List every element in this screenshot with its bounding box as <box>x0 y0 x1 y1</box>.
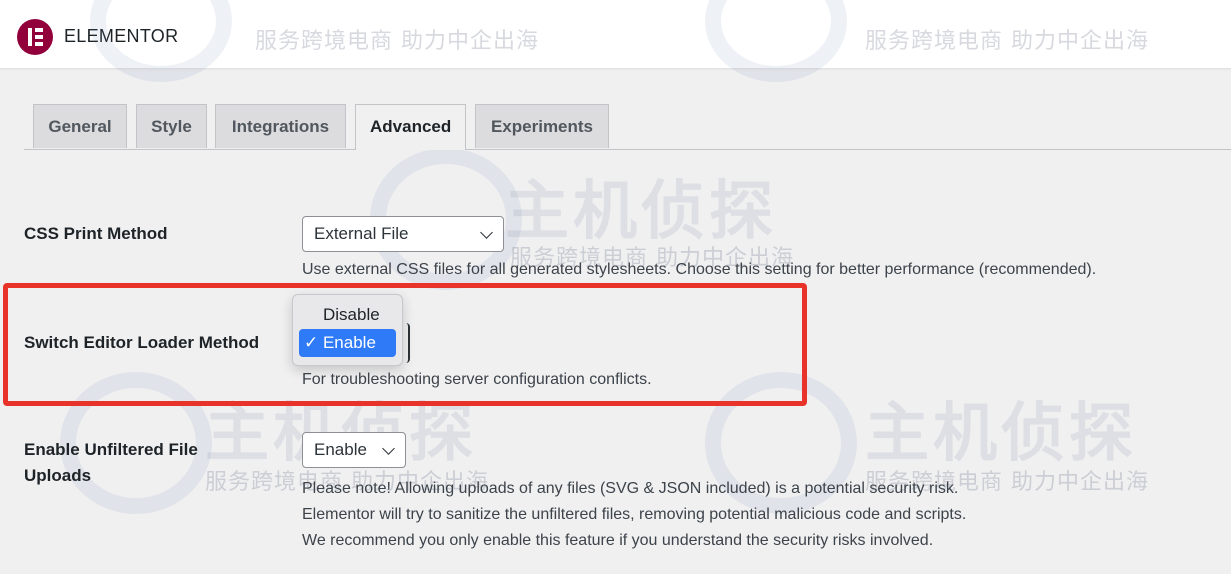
css-print-method-value: External File <box>314 224 409 243</box>
watermark-logo-icon <box>705 0 847 82</box>
unfiltered-uploads-value: Enable <box>314 440 367 459</box>
tab-style[interactable]: Style <box>136 104 207 148</box>
css-print-method-select[interactable]: External File <box>302 216 504 252</box>
settings-tabs: General Style Integrations Advanced Expe… <box>24 104 1231 150</box>
watermark-brand: 主机侦探 <box>865 397 1137 471</box>
unfiltered-uploads-label-line1: Enable Unfiltered File <box>24 440 198 459</box>
unfiltered-uploads-warning-1: Please note! Allowing uploads of any fil… <box>302 480 959 497</box>
tab-advanced[interactable]: Advanced <box>355 104 466 150</box>
unfiltered-uploads-label-line2: Uploads <box>24 466 92 485</box>
chevron-down-icon <box>382 442 395 455</box>
tab-general[interactable]: General <box>33 104 127 148</box>
elementor-logo-icon <box>17 19 53 55</box>
watermark-brand: 主机侦探 <box>505 175 777 249</box>
tab-experiments[interactable]: Experiments <box>475 104 609 148</box>
css-print-method-description: Use external CSS files for all generated… <box>302 261 1097 278</box>
chevron-down-icon <box>480 226 493 239</box>
unfiltered-uploads-label: Enable Unfiltered File Uploads <box>24 440 198 486</box>
highlight-box <box>3 283 807 406</box>
unfiltered-uploads-warning-2: Elementor will try to sanitize the unfil… <box>302 506 967 523</box>
watermark-tagline: 服务跨境电商 助力中企出海 <box>255 29 539 54</box>
unfiltered-uploads-warning-3: We recommend you only enable this featur… <box>302 532 934 549</box>
watermark-logo-icon <box>90 0 232 82</box>
watermark-tagline: 服务跨境电商 助力中企出海 <box>865 29 1149 54</box>
unfiltered-uploads-select[interactable]: Enable <box>302 432 406 468</box>
css-print-method-label: CSS Print Method <box>24 224 168 243</box>
tab-integrations[interactable]: Integrations <box>215 104 346 148</box>
